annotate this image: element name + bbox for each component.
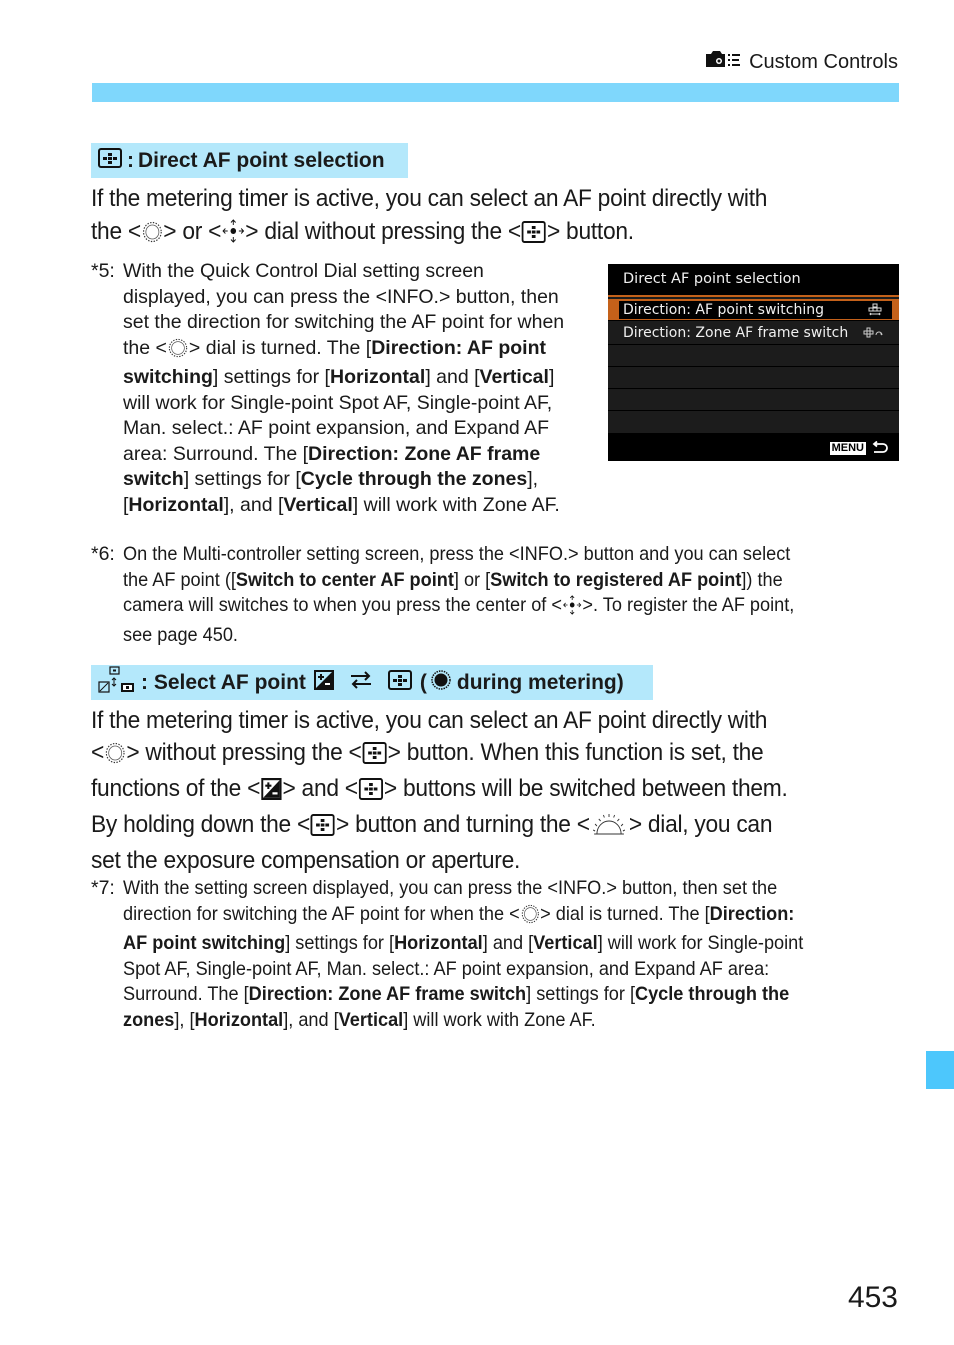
note-line: On the Multi-controller setting screen, …: [123, 543, 791, 565]
body-line: If the metering timer is active, you can…: [91, 707, 768, 734]
quick-control-dial-icon: [521, 904, 540, 932]
note-line: switch] settings for [Cycle through the …: [123, 468, 539, 490]
header-accent-bar: [92, 83, 899, 102]
menu-button-badge[interactable]: MENU: [829, 442, 866, 455]
menu-item-label: Direction: AF point switching: [623, 302, 824, 318]
note-line: direction for switching the AF point for…: [123, 902, 923, 932]
header-title: Custom Controls: [749, 50, 898, 73]
footnote-6: *6: On the Multi-controller setting scre…: [91, 542, 911, 647]
multi-controller-icon: [222, 218, 245, 253]
note-line: area: Surround. The [Direction: Zone AF …: [123, 442, 541, 465]
body-text: > button.: [546, 217, 634, 245]
section2-body: If the metering timer is active, you can…: [91, 707, 788, 874]
body-line: set the exposure compensation or apertur…: [91, 847, 521, 874]
note-line: Man. select.: AF point expansion, and Ex…: [123, 417, 550, 439]
exposure-compensation-icon: [261, 777, 282, 809]
quick-control-dial-filled-icon: [431, 669, 451, 696]
af-point-selection-button-icon: [521, 220, 547, 253]
note-line: AF point switching] settings for [Horizo…: [123, 932, 804, 954]
note-line: switching] settings for [Horizontal] and…: [123, 366, 555, 388]
section-heading-direct-af: : Direct AF point selection: [91, 143, 408, 178]
note-line: set the direction for switching the AF p…: [123, 311, 565, 333]
swap-arrows-icon: [350, 670, 372, 695]
note-line: With the Quick Control Dial setting scre…: [123, 260, 484, 282]
section-title: Direct AF point selection: [138, 148, 385, 172]
note-line: the AF point ([Switch to center AF point…: [123, 568, 783, 591]
section-title: : Select AF point: [141, 670, 306, 694]
af-point-selection-button-icon: [310, 813, 336, 845]
af-exposure-swap-icon: [98, 665, 136, 700]
exposure-compensation-icon: [313, 669, 334, 696]
camera-screen-title: Direct AF point selection: [608, 264, 899, 297]
camera-menu-empty-row: [608, 367, 899, 389]
footnote-7: *7: With the setting screen displayed, y…: [91, 876, 911, 1036]
note-line: zones], [Horizontal], and [Vertical] wil…: [123, 1008, 596, 1031]
quick-control-dial-icon: [105, 741, 125, 773]
section1-body: If the metering timer is active, you can…: [91, 183, 818, 252]
menu-item-label: Direction: Zone AF frame switch: [623, 325, 849, 341]
camera-custom-controls-icon: [705, 50, 741, 74]
body-text: > or <: [163, 217, 222, 245]
note-line: Surround. The [Direction: Zone AF frame …: [123, 983, 790, 1005]
af-point-selection-button-icon: [98, 147, 122, 174]
body-text: > dial without pressing the <: [245, 217, 521, 245]
camera-menu-item-af-point-switching[interactable]: Direction: AF point switching: [608, 299, 899, 321]
page-number: 453: [847, 1281, 898, 1314]
back-arrow-icon[interactable]: [871, 440, 889, 459]
footnote-number: *7:: [91, 877, 115, 899]
main-dial-icon: [591, 812, 628, 845]
zone-af-frame-switch-icon: [863, 327, 885, 343]
quick-control-dial-icon: [168, 338, 188, 366]
camera-menu-screenshot: Direct AF point selection Direction: AF …: [608, 264, 899, 461]
note-line: will work for Single-point Spot AF, Sing…: [123, 391, 553, 414]
af-point-switching-icon: [868, 303, 882, 322]
section-title: during metering): [456, 670, 624, 694]
section-title: (: [419, 670, 427, 694]
note-line: With the setting screen displayed, you c…: [123, 877, 778, 899]
note-line: Spot AF, Single-point AF, Man. select.: …: [123, 957, 770, 980]
footnote-number: *5:: [91, 260, 115, 282]
af-point-selection-button-icon: [387, 669, 412, 696]
af-point-selection-button-icon: [362, 741, 387, 773]
footnote-5: *5: With the Quick Control Dial setting …: [91, 259, 601, 519]
note-line: see page 450.: [123, 623, 238, 646]
note-line: camera will switches to when you press t…: [123, 593, 923, 623]
af-point-selection-button-icon: [358, 777, 383, 809]
quick-control-dial-icon: [142, 220, 162, 253]
camera-screen-footer: MENU: [608, 433, 899, 461]
body-line: If the metering timer is active, you can…: [91, 185, 768, 212]
note-line: [Horizontal], and [Vertical] will work w…: [123, 493, 560, 516]
note-line: the < > dial is turned. The [Direction: A…: [123, 336, 564, 366]
camera-menu-empty-row: [608, 345, 899, 367]
page-header: Custom Controls: [705, 50, 898, 74]
footnote-number: *6:: [91, 543, 115, 565]
camera-menu-empty-row: [608, 389, 899, 411]
section-heading-select-af-point: : Select AF point ( during metering): [91, 665, 653, 700]
multi-controller-icon: [563, 595, 582, 623]
chapter-side-tab: [926, 1051, 954, 1089]
note-line: displayed, you can press the <INFO.> but…: [123, 285, 559, 308]
body-text: the <: [91, 217, 141, 245]
camera-menu-item-zone-af-frame-switch[interactable]: Direction: Zone AF frame switch: [608, 323, 899, 345]
